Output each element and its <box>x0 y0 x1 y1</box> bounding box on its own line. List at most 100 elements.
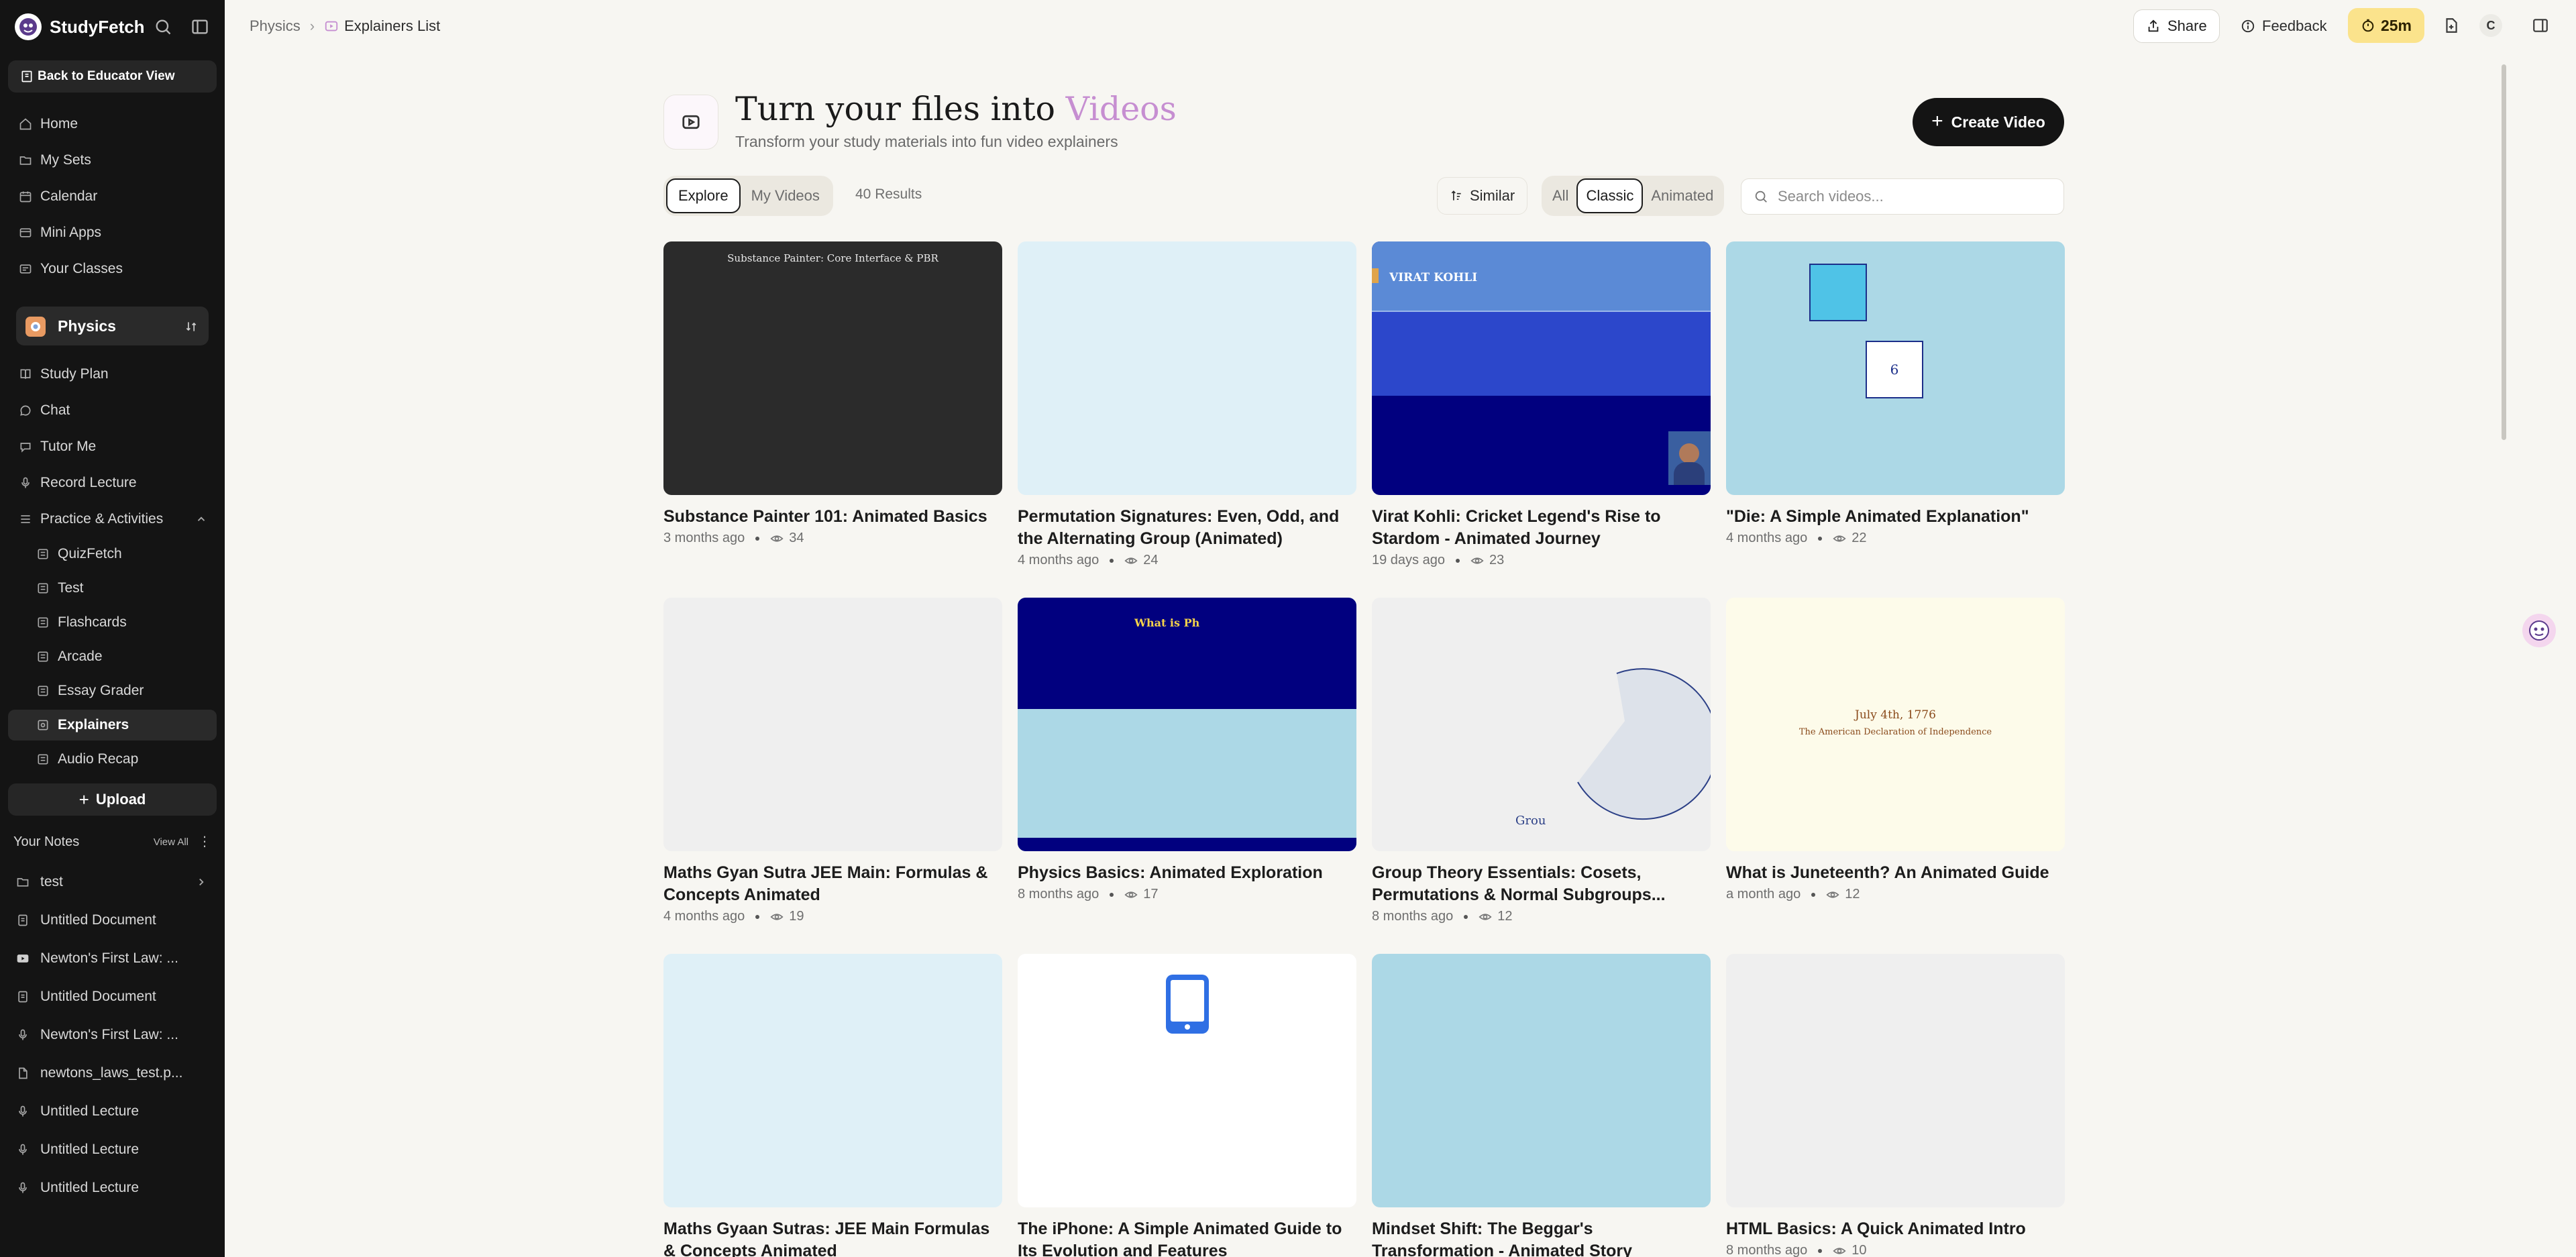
eye-icon <box>1833 535 1846 542</box>
brand[interactable]: StudyFetch <box>15 13 145 40</box>
video-card[interactable]: July 4th, 1776 The American Declaration … <box>1726 598 2065 902</box>
sidebar-item-my-sets[interactable]: My Sets <box>8 145 217 176</box>
video-card[interactable]: Permutation Signatures: Even, Odd, and t… <box>1018 241 1356 568</box>
sidebar-toggle-icon[interactable] <box>189 15 211 38</box>
avatar[interactable]: C <box>2479 14 2502 37</box>
video-title[interactable]: "Die: A Simple Animated Explanation" <box>1726 506 2065 528</box>
phone-icon <box>1166 975 1209 1034</box>
video-thumbnail[interactable]: VIRAT KOHLI <box>1372 241 1711 495</box>
video-title[interactable]: Maths Gyaan Sutras: JEE Main Formulas & … <box>663 1218 1002 1257</box>
note-item[interactable]: newtons_laws_test.p... <box>8 1058 217 1089</box>
search-icon[interactable] <box>152 15 174 38</box>
sidebar-item-flashcards[interactable]: Flashcards <box>8 607 217 638</box>
note-item[interactable]: Untitled Lecture <box>8 1172 217 1203</box>
share-button[interactable]: Share <box>2133 9 2220 43</box>
video-title[interactable]: What is Juneteenth? An Animated Guide <box>1726 862 2065 884</box>
video-card[interactable]: Maths Gyan Sutra JEE Main: Formulas & Co… <box>663 598 1002 924</box>
chevron-right-icon[interactable] <box>195 876 207 888</box>
feedback-button[interactable]: Feedback <box>2241 9 2327 43</box>
create-video-button[interactable]: + Create Video <box>1913 98 2064 146</box>
sidebar-item-your-classes[interactable]: Your Classes <box>8 254 217 284</box>
video-title[interactable]: Substance Painter 101: Animated Basics <box>663 506 1002 528</box>
tab-explore[interactable]: Explore <box>666 178 741 213</box>
scrollbar-thumb[interactable] <box>2502 64 2506 440</box>
note-item[interactable]: Untitled Document <box>8 905 217 936</box>
video-title[interactable]: Group Theory Essentials: Cosets, Permuta… <box>1372 862 1711 906</box>
video-thumbnail[interactable]: 6 <box>1726 241 2065 495</box>
video-card[interactable]: The iPhone: A Simple Animated Guide to I… <box>1018 954 1356 1257</box>
video-meta: 8 months ago 10 <box>1726 1243 2065 1257</box>
more-vertical-icon[interactable]: ⋮ <box>198 835 211 849</box>
video-card[interactable]: Maths Gyaan Sutras: JEE Main Formulas & … <box>663 954 1002 1257</box>
brand-logo-icon <box>15 13 42 40</box>
timer-badge[interactable]: 25m <box>2348 8 2424 43</box>
swap-icon[interactable] <box>184 319 198 333</box>
note-item[interactable]: Untitled Lecture <box>8 1096 217 1127</box>
sidebar-item-tutor-me[interactable]: Tutor Me <box>8 431 217 462</box>
chevron-up-icon[interactable] <box>195 513 207 525</box>
video-thumbnail[interactable]: Substance Painter: Core Interface & PBR <box>663 241 1002 495</box>
sidebar-item-audio-recap[interactable]: Audio Recap <box>8 744 217 775</box>
search-input[interactable] <box>1778 188 2046 205</box>
video-thumbnail[interactable] <box>1018 954 1356 1207</box>
video-title[interactable]: Mindset Shift: The Beggar's Transformati… <box>1372 1218 1711 1257</box>
video-card[interactable]: Mindset Shift: The Beggar's Transformati… <box>1372 954 1711 1257</box>
notes-view-all-link[interactable]: View All <box>154 836 189 848</box>
class-selector[interactable]: Physics <box>16 307 209 345</box>
sidebar-item-arcade[interactable]: Arcade <box>8 641 217 672</box>
note-item[interactable]: Untitled Document <box>8 981 217 1012</box>
video-title[interactable]: The iPhone: A Simple Animated Guide to I… <box>1018 1218 1356 1257</box>
sidebar-item-record-lecture[interactable]: Record Lecture <box>8 468 217 498</box>
sidebar-item-mini-apps[interactable]: Mini Apps <box>8 217 217 248</box>
sidebar-item-test[interactable]: Test <box>8 573 217 604</box>
essay-icon <box>36 684 50 698</box>
note-item[interactable]: Newton's First Law: ... <box>8 1020 217 1050</box>
sort-similar-button[interactable]: Similar <box>1437 177 1528 215</box>
video-thumbnail[interactable] <box>1018 241 1356 495</box>
video-card[interactable]: 6 "Die: A Simple Animated Explanation" 4… <box>1726 241 2065 546</box>
note-item-test-folder[interactable]: test <box>8 867 217 897</box>
video-card[interactable]: HTML Basics: A Quick Animated Intro 8 mo… <box>1726 954 2065 1257</box>
type-animated[interactable]: Animated <box>1643 178 1721 213</box>
sidebar-item-calendar[interactable]: Calendar <box>8 181 217 212</box>
video-card[interactable]: Grou Group Theory Essentials: Cosets, Pe… <box>1372 598 1711 924</box>
note-item[interactable]: Untitled Lecture <box>8 1134 217 1165</box>
tab-my-videos[interactable]: My Videos <box>741 178 830 213</box>
video-thumbnail[interactable]: What is Ph <box>1018 598 1356 851</box>
video-card[interactable]: What is Ph Physics Basics: Animated Expl… <box>1018 598 1356 902</box>
sidebar-item-explainers[interactable]: Explainers <box>8 710 217 741</box>
video-meta: 8 months ago 17 <box>1018 887 1356 902</box>
video-title[interactable]: HTML Basics: A Quick Animated Intro <box>1726 1218 2065 1240</box>
sidebar-item-essay-grader[interactable]: Essay Grader <box>8 675 217 706</box>
sidebar-item-home[interactable]: Home <box>8 109 217 140</box>
video-age: 4 months ago <box>1018 553 1099 567</box>
video-title[interactable]: Physics Basics: Animated Exploration <box>1018 862 1356 884</box>
video-title[interactable]: Permutation Signatures: Even, Odd, and t… <box>1018 506 1356 550</box>
breadcrumb-physics-link[interactable]: Physics <box>250 17 301 35</box>
video-age: 8 months ago <box>1372 909 1454 924</box>
type-all[interactable]: All <box>1544 178 1576 213</box>
video-title[interactable]: Maths Gyan Sutra JEE Main: Formulas & Co… <box>663 862 1002 906</box>
eye-icon <box>770 913 784 920</box>
video-thumbnail[interactable] <box>663 954 1002 1207</box>
back-to-educator-button[interactable]: Back to Educator View <box>8 60 217 93</box>
video-title[interactable]: Virat Kohli: Cricket Legend's Rise to St… <box>1372 506 1711 550</box>
video-thumbnail[interactable] <box>1372 954 1711 1207</box>
panel-toggle-icon[interactable] <box>2530 15 2551 36</box>
video-card[interactable]: Substance Painter: Core Interface & PBR … <box>663 241 1002 546</box>
type-filter: All Classic Animated <box>1542 176 1725 216</box>
file-add-icon[interactable] <box>2440 15 2462 36</box>
video-thumbnail[interactable] <box>1726 954 2065 1207</box>
assistant-icon[interactable] <box>2522 614 2556 647</box>
video-thumbnail[interactable]: July 4th, 1776 The American Declaration … <box>1726 598 2065 851</box>
sidebar-item-study-plan[interactable]: Study Plan <box>8 359 217 390</box>
type-classic[interactable]: Classic <box>1576 178 1644 213</box>
sidebar-item-chat[interactable]: Chat <box>8 395 217 426</box>
sidebar-item-quizfetch[interactable]: QuizFetch <box>8 539 217 569</box>
video-card[interactable]: VIRAT KOHLI Virat Kohli: Cricket Legend'… <box>1372 241 1711 568</box>
note-item[interactable]: Newton's First Law: ... <box>8 943 217 974</box>
sidebar-item-practice-activities[interactable]: Practice & Activities <box>8 504 217 535</box>
video-thumbnail[interactable] <box>663 598 1002 851</box>
video-thumbnail[interactable]: Grou <box>1372 598 1711 851</box>
upload-button[interactable]: + Upload <box>8 783 217 816</box>
